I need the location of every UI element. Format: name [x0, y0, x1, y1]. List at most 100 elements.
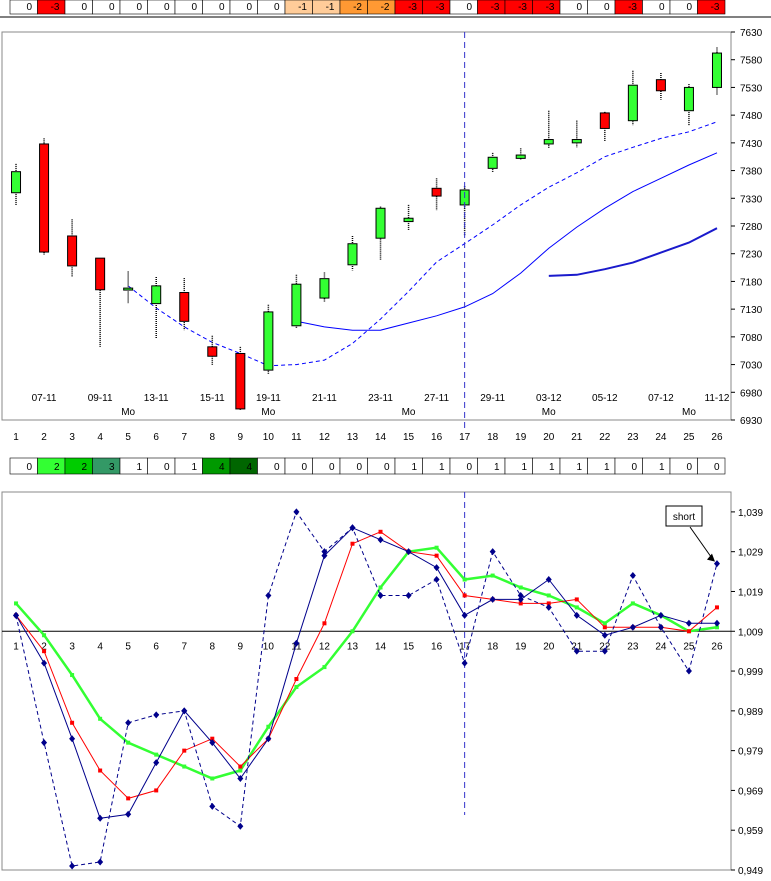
candle-body — [655, 79, 666, 92]
top_strip-value: -3 — [628, 2, 637, 13]
top_strip-cell — [9, 0, 38, 15]
price-ytick-label: 7030 — [740, 361, 763, 372]
mid_strip-value: 0 — [329, 462, 335, 473]
indicator-point — [14, 601, 19, 606]
index-label: 12 — [319, 432, 331, 443]
mid_strip-value: 2 — [81, 462, 87, 473]
indicator-ytick-label: 0,999 — [738, 667, 763, 678]
date-label: 09-11 — [88, 393, 113, 404]
indicator-point — [98, 768, 103, 773]
index-label: 6 — [153, 432, 159, 443]
top_strip-cell — [119, 0, 148, 15]
indicator-point — [518, 585, 523, 590]
top_strip-cell — [642, 0, 671, 15]
date-label: 23-11 — [368, 393, 393, 404]
date-label: 11-12 — [705, 393, 730, 404]
top_strip-value: 0 — [219, 2, 225, 13]
candle-body — [235, 352, 246, 410]
indicator-point — [126, 740, 131, 745]
top_strip-cell — [64, 0, 93, 15]
indicator-point — [490, 573, 495, 578]
price-ytick-label: 7630 — [740, 28, 763, 39]
indicator-point — [350, 629, 355, 634]
indicator-point — [294, 684, 299, 689]
indicator-index-label: 16 — [431, 641, 443, 652]
index-label: 18 — [487, 432, 499, 443]
indicator-point — [266, 724, 271, 729]
indicator-index-label: 4 — [97, 641, 103, 652]
date-label: 05-12 — [592, 393, 618, 404]
indicator-ytick-label: 0,949 — [738, 866, 763, 877]
mid_strip-value: 1 — [576, 462, 582, 473]
date-label: 07-12 — [648, 393, 674, 404]
index-label: 16 — [431, 432, 443, 443]
index-label: 2 — [41, 432, 47, 443]
index-label: 13 — [347, 432, 359, 443]
index-label: 1 — [13, 432, 19, 443]
candle-body — [571, 139, 582, 144]
mid_strip-cell — [504, 457, 533, 475]
price-ytick-label: 7430 — [740, 139, 763, 150]
indicator-point — [294, 677, 299, 682]
indicator-point — [42, 633, 47, 638]
top_strip-cell — [229, 0, 258, 15]
indicator-point — [238, 768, 243, 773]
indicator-index-label: 14 — [375, 641, 387, 652]
top_strip-value: -3 — [436, 2, 445, 13]
date-label: 27-11 — [424, 393, 449, 404]
index-label: 9 — [238, 432, 244, 443]
mid_strip-cell — [257, 457, 286, 475]
short-callout-label: short — [673, 512, 695, 523]
price-ytick-label: 7230 — [740, 250, 763, 261]
indicator-index-label: 3 — [69, 641, 75, 652]
top_strip-cell — [92, 0, 121, 15]
indicator-point — [546, 593, 551, 598]
mid_strip-value: 0 — [631, 462, 637, 473]
price-ytick-label: 7480 — [740, 111, 763, 122]
mid_strip-cell — [614, 457, 643, 475]
price-ytick-label: 7130 — [740, 305, 763, 316]
mid_strip-cell — [312, 457, 341, 475]
candle-body — [627, 84, 638, 122]
top_strip-value: 0 — [246, 2, 252, 13]
top_strip-cell — [174, 0, 203, 15]
indicator-point — [70, 720, 75, 725]
top_strip-value: -3 — [711, 2, 720, 13]
indicator-point — [434, 545, 439, 550]
top_strip-value: 0 — [659, 2, 665, 13]
mid_strip-value: 0 — [356, 462, 362, 473]
mid_strip-cell — [697, 457, 726, 475]
top_strip-value: 0 — [686, 2, 692, 13]
top_strip-cell — [202, 0, 231, 15]
index-label: 24 — [655, 432, 667, 443]
indicator-point — [378, 529, 383, 534]
indicator-index-label: 12 — [319, 641, 331, 652]
index-label: 19 — [515, 432, 527, 443]
index-label: 21 — [571, 432, 583, 443]
candle-body — [123, 287, 134, 291]
price-ytick-label: 7080 — [740, 333, 763, 344]
indicator-point — [154, 752, 159, 757]
weekday-label: Mo — [542, 407, 556, 418]
mid_strip-value: 1 — [659, 462, 665, 473]
price-plot-frame — [1, 31, 732, 421]
candle-body — [67, 235, 78, 267]
indicator-point — [98, 716, 103, 721]
mid_strip-value: 0 — [301, 462, 307, 473]
candle-body — [403, 217, 414, 223]
candle-body — [347, 243, 358, 266]
indicator-index-label: 18 — [487, 641, 499, 652]
index-label: 7 — [181, 432, 187, 443]
indicator-point — [574, 605, 579, 610]
price-ytick-label: 7580 — [740, 56, 763, 67]
indicator-index-label: 15 — [403, 641, 415, 652]
mid_strip-cell — [669, 457, 698, 475]
top_strip-value: -3 — [518, 2, 527, 13]
indicator-point — [462, 577, 467, 582]
mid_strip-cell — [642, 457, 671, 475]
candle-body — [599, 112, 610, 129]
top_strip-value: 0 — [274, 2, 280, 13]
mid_strip-value: 0 — [714, 462, 720, 473]
candle-body — [487, 156, 498, 169]
mid_strip-value: 1 — [411, 462, 417, 473]
